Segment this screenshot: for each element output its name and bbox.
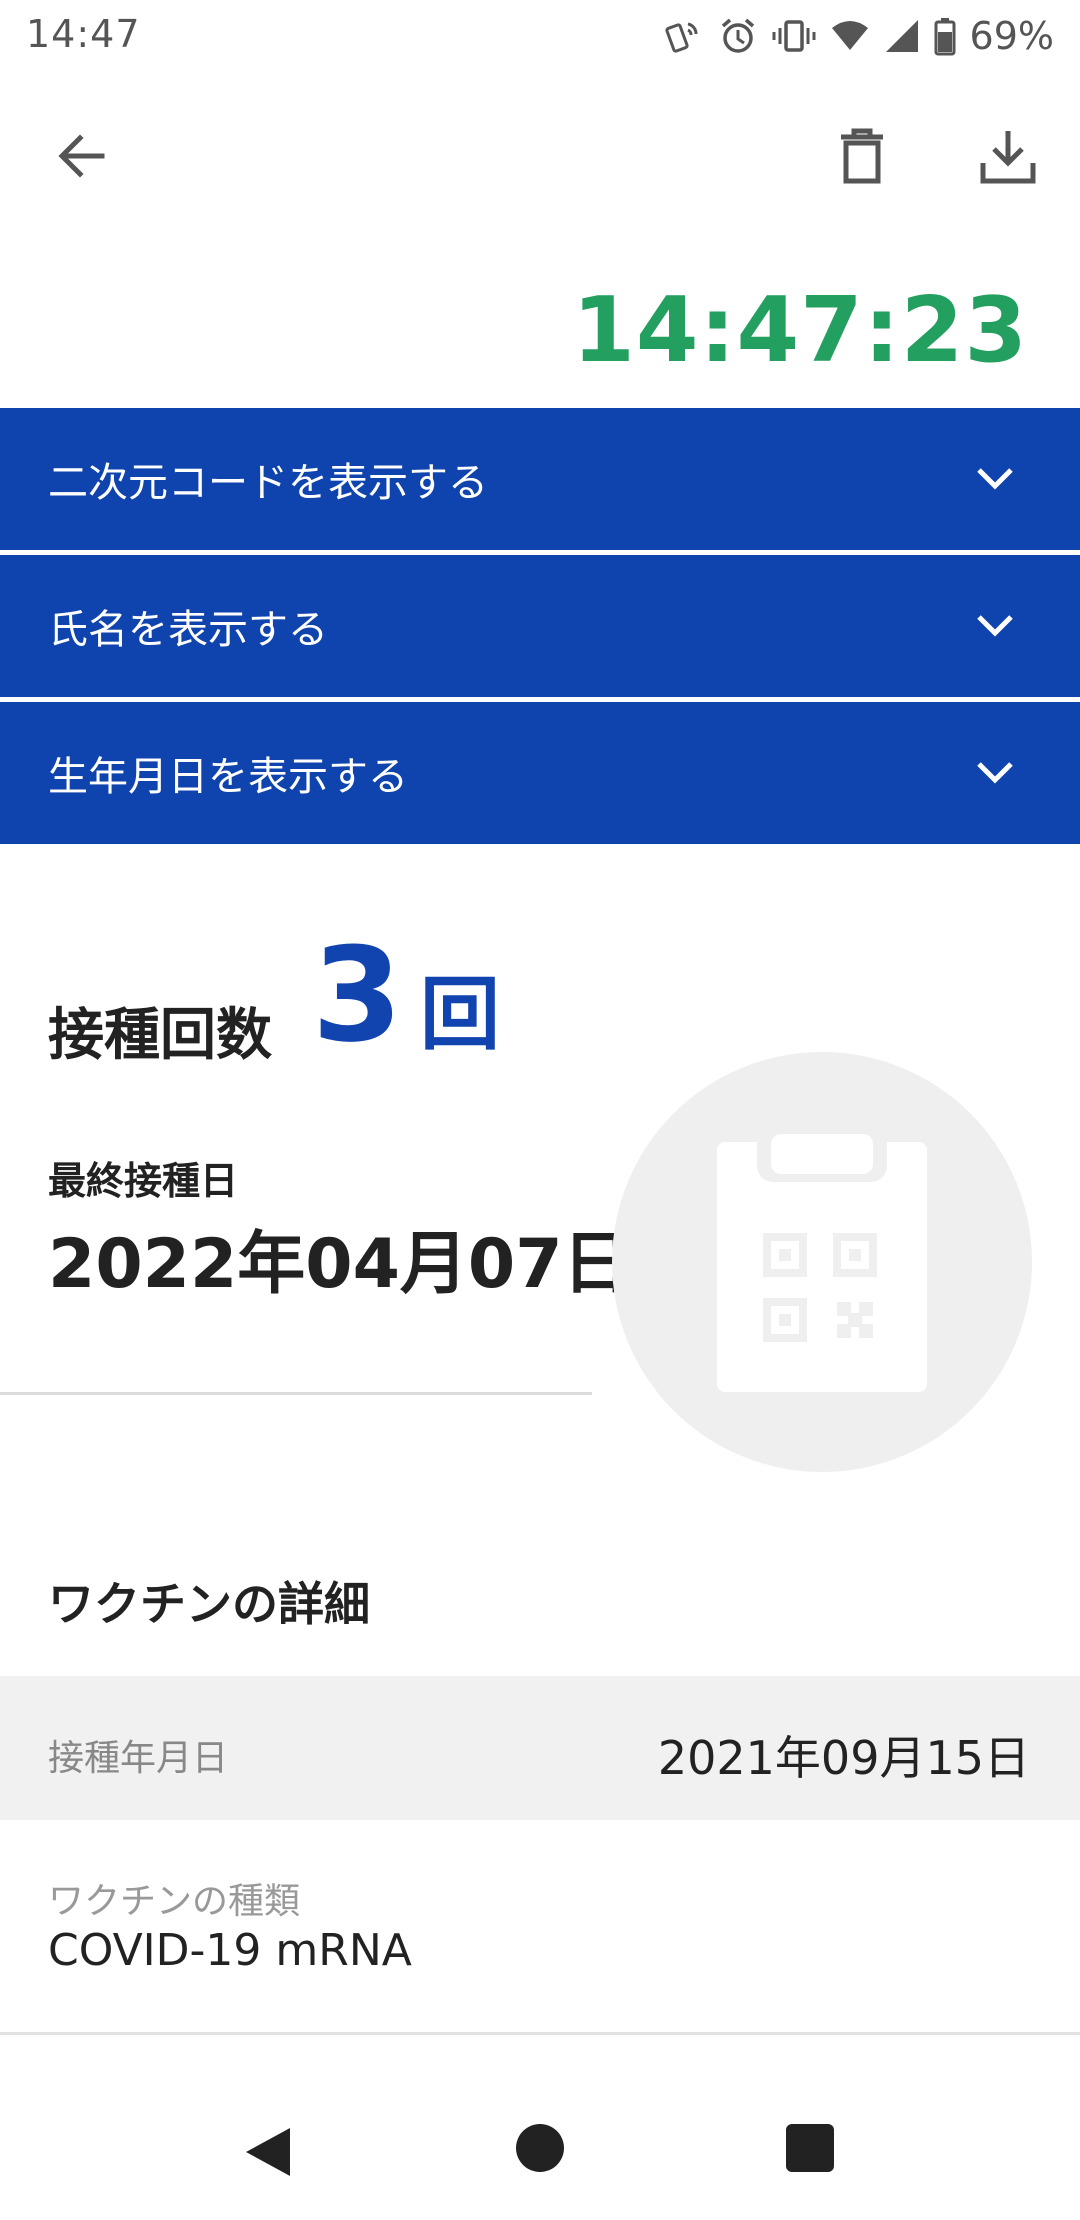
battery-percentage: 69% xyxy=(969,14,1054,58)
status-time: 14:47 xyxy=(26,12,141,56)
download-icon xyxy=(980,131,1036,184)
arrow-left-icon xyxy=(58,134,105,178)
chevron-down-icon xyxy=(970,748,1020,798)
dose-count-label: 接種回数 xyxy=(48,1003,272,1068)
signal-icon xyxy=(884,16,920,56)
nav-home-icon[interactable] xyxy=(516,2124,564,2172)
divider xyxy=(0,1392,592,1395)
vaccination-date-value: 2021年09月15日 xyxy=(657,1731,1030,1785)
last-vaccination-date-value: 2022年04月07日 xyxy=(48,1225,631,1304)
chevron-down-icon xyxy=(970,454,1020,504)
show-birthdate-label: 生年月日を表示する xyxy=(48,754,408,800)
last-vaccination-date-label: 最終接種日 xyxy=(48,1159,239,1203)
trash-icon xyxy=(841,128,883,184)
vaccination-date-label: 接種年月日 xyxy=(48,1738,229,1779)
battery-icon xyxy=(934,16,956,56)
system-nav-bar xyxy=(0,2080,1080,2220)
dose-count-value: 3 xyxy=(312,919,403,1071)
nav-back-icon[interactable] xyxy=(240,2122,300,2182)
nfc-icon xyxy=(664,16,704,56)
status-icons: 69% xyxy=(664,12,1054,60)
status-bar: 14:47 69% xyxy=(0,0,1080,72)
vaccine-type-value: COVID-19 mRNA xyxy=(48,1925,412,1976)
chevron-down-icon xyxy=(970,601,1020,651)
vaccine-type-label: ワクチンの種類 xyxy=(48,1881,301,1922)
show-name-label: 氏名を表示する xyxy=(48,607,328,653)
qr-clipboard-icon xyxy=(612,1052,1032,1472)
app-bar xyxy=(0,110,1080,200)
nav-recents-icon[interactable] xyxy=(786,2124,834,2172)
wifi-icon xyxy=(830,16,870,56)
dose-count-unit: 回 xyxy=(420,968,500,1061)
vibrate-icon xyxy=(772,16,816,56)
vaccine-details-heading: ワクチンの詳細 xyxy=(48,1577,370,1631)
show-name-row[interactable]: 氏名を表示する xyxy=(0,555,1080,697)
show-birthdate-row[interactable]: 生年月日を表示する xyxy=(0,702,1080,844)
delete-button[interactable] xyxy=(826,120,898,192)
download-button[interactable] xyxy=(972,120,1044,192)
live-clock: 14:47:23 xyxy=(572,278,1028,383)
back-button[interactable] xyxy=(46,120,118,192)
alarm-icon xyxy=(718,16,758,56)
show-qr-code-label: 二次元コードを表示する xyxy=(48,460,488,506)
show-qr-code-row[interactable]: 二次元コードを表示する xyxy=(0,408,1080,550)
divider xyxy=(0,2032,1080,2035)
